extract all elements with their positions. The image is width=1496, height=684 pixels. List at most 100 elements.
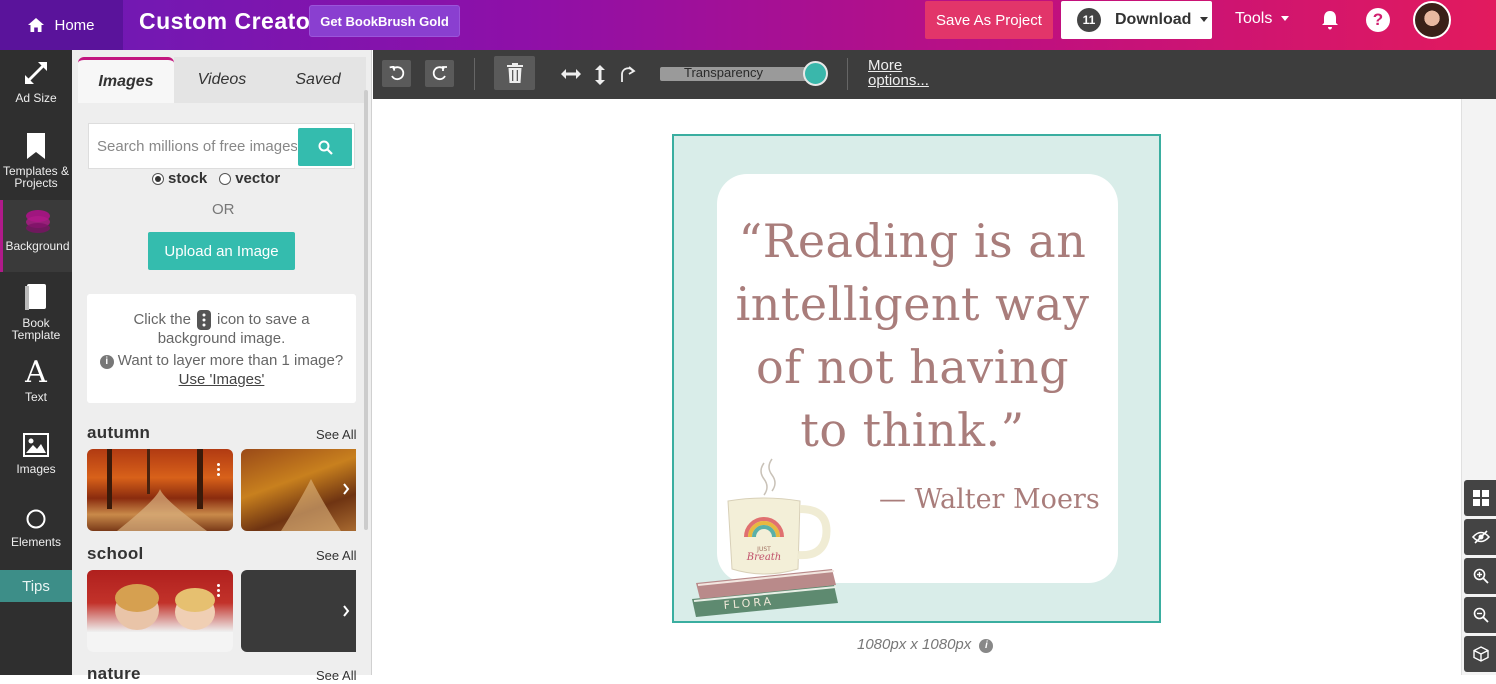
tip-box: Click the icon to save a background image… <box>87 294 356 403</box>
panel-scrollbar[interactable] <box>364 90 368 530</box>
quote-line: “Reading is an <box>738 214 1087 268</box>
bell-icon[interactable] <box>1321 10 1339 30</box>
rail-label: Ad Size <box>15 91 57 105</box>
circle-icon <box>26 509 46 529</box>
tab-saved[interactable]: Saved <box>270 57 366 103</box>
rail-item-images[interactable]: Images <box>0 433 72 475</box>
rail-label: Text <box>24 390 47 404</box>
rotate-icon[interactable] <box>619 65 637 83</box>
quote-text[interactable]: “Reading is an intelligent way of not ha… <box>717 210 1108 462</box>
more-vert-icon <box>196 310 211 330</box>
expand-arrows-icon <box>25 62 47 84</box>
tab-images[interactable]: Images <box>78 57 174 103</box>
radio-label: stock <box>168 170 208 187</box>
canvas-dimensions: 1080px x 1080px i <box>857 636 997 653</box>
quote-line: intelligent way <box>735 277 1090 331</box>
redo-button[interactable] <box>425 60 454 87</box>
tools-menu[interactable]: Tools <box>1235 10 1290 28</box>
category-title: nature <box>87 664 141 683</box>
see-all-link[interactable]: See All <box>316 668 356 683</box>
caret-down-icon <box>1281 16 1290 21</box>
search-input[interactable] <box>97 124 297 168</box>
text-icon: A <box>24 357 47 385</box>
download-label: Download <box>1115 11 1192 28</box>
search-icon <box>318 140 333 155</box>
stretch-horizontal-icon[interactable] <box>561 68 581 80</box>
use-images-link[interactable]: Use 'Images' <box>179 371 265 388</box>
search-button[interactable] <box>298 128 352 166</box>
undo-button[interactable] <box>382 60 411 87</box>
zoom-out-icon <box>1473 607 1489 623</box>
left-rail: Ad Size Templates & Projects Background … <box>0 50 72 675</box>
radio-vector[interactable]: vector <box>219 170 280 187</box>
toolbar-divider <box>474 58 475 90</box>
transparency-slider-handle[interactable] <box>803 61 828 86</box>
cube-icon <box>1473 646 1489 662</box>
category-title: school <box>87 544 144 563</box>
more-vert-icon[interactable] <box>217 463 221 477</box>
kids-writing-image <box>87 584 233 652</box>
tip-save-text: Click the icon to save a background image… <box>87 310 356 348</box>
book-icon <box>25 284 46 310</box>
rail-item-book-template[interactable]: Book Template <box>0 283 72 341</box>
tab-videos[interactable]: Videos <box>174 57 270 103</box>
zoom-in-button[interactable] <box>1464 558 1496 594</box>
rail-item-elements[interactable]: Elements <box>0 508 72 548</box>
rail-item-templates[interactable]: Templates & Projects <box>0 133 72 189</box>
home-icon <box>28 18 45 32</box>
chalkboard-image <box>343 605 350 617</box>
dimensions-text: 1080px x 1080px <box>857 636 972 653</box>
hide-guides-button[interactable] <box>1464 519 1496 555</box>
delete-button[interactable] <box>494 56 535 90</box>
see-all-link[interactable]: See All <box>316 427 356 442</box>
autumn-path-image <box>281 479 350 531</box>
rail-item-ad-size[interactable]: Ad Size <box>0 60 72 104</box>
radio-dot <box>219 172 232 185</box>
more-vert-icon[interactable] <box>217 584 221 598</box>
thumbnail-school-2[interactable] <box>241 570 356 652</box>
svg-text:A: A <box>24 357 47 385</box>
info-icon: i <box>99 355 114 369</box>
save-as-project-button[interactable]: Save As Project <box>925 1 1053 39</box>
see-all-link[interactable]: See All <box>316 548 356 563</box>
radio-dot <box>152 172 164 185</box>
tip-text: icon to save a <box>216 310 310 328</box>
tips-button[interactable]: Tips <box>0 570 72 602</box>
download-count-badge: 11 <box>1077 8 1101 32</box>
rail-item-background[interactable]: Background <box>0 200 72 272</box>
rail-item-text[interactable]: A Text <box>0 357 72 403</box>
transparency-slider[interactable]: Transparency <box>660 61 828 86</box>
bookmark-icon <box>27 133 45 159</box>
grid-icon <box>1473 490 1489 506</box>
tip-text: background image. <box>157 330 286 347</box>
home-label: Home <box>54 16 95 34</box>
thumbnail-autumn-1[interactable] <box>87 449 233 531</box>
rail-label: Templates & Projects <box>2 164 70 190</box>
transparency-label: Transparency <box>684 65 763 80</box>
info-icon[interactable]: i <box>979 639 994 653</box>
download-button[interactable]: 11 Download <box>1061 1 1212 39</box>
radio-stock[interactable]: stock <box>152 170 207 187</box>
help-icon[interactable]: ? <box>1366 8 1390 32</box>
image-icon <box>23 433 49 457</box>
upload-image-button[interactable]: Upload an Image <box>148 232 295 270</box>
quote-author[interactable]: — Walter Moers <box>879 484 1100 515</box>
avatar[interactable] <box>1413 1 1451 39</box>
tip-text: Want to layer more than 1 image? <box>117 352 344 369</box>
home-button[interactable]: Home <box>0 0 123 50</box>
thumbnail-autumn-2[interactable] <box>241 449 356 531</box>
design-canvas[interactable]: “Reading is an intelligent way of not ha… <box>672 134 1161 623</box>
redo-icon <box>432 65 447 80</box>
grid-view-button[interactable] <box>1464 480 1496 516</box>
get-gold-button[interactable]: Get BookBrush Gold <box>309 5 460 37</box>
mug-books-illustration[interactable]: FLORA JUST Breath <box>684 451 844 621</box>
layers-icon <box>25 210 50 233</box>
zoom-in-icon <box>1473 568 1489 584</box>
thumbnail-school-1[interactable] <box>87 570 233 652</box>
more-options-link[interactable]: More options... <box>868 58 938 88</box>
3d-view-button[interactable] <box>1464 636 1496 672</box>
tip-layer-text: i Want to layer more than 1 image? Use 'I… <box>87 351 356 389</box>
stretch-vertical-icon[interactable] <box>594 65 606 85</box>
zoom-out-button[interactable] <box>1464 597 1496 633</box>
caret-down-icon <box>1200 17 1209 22</box>
